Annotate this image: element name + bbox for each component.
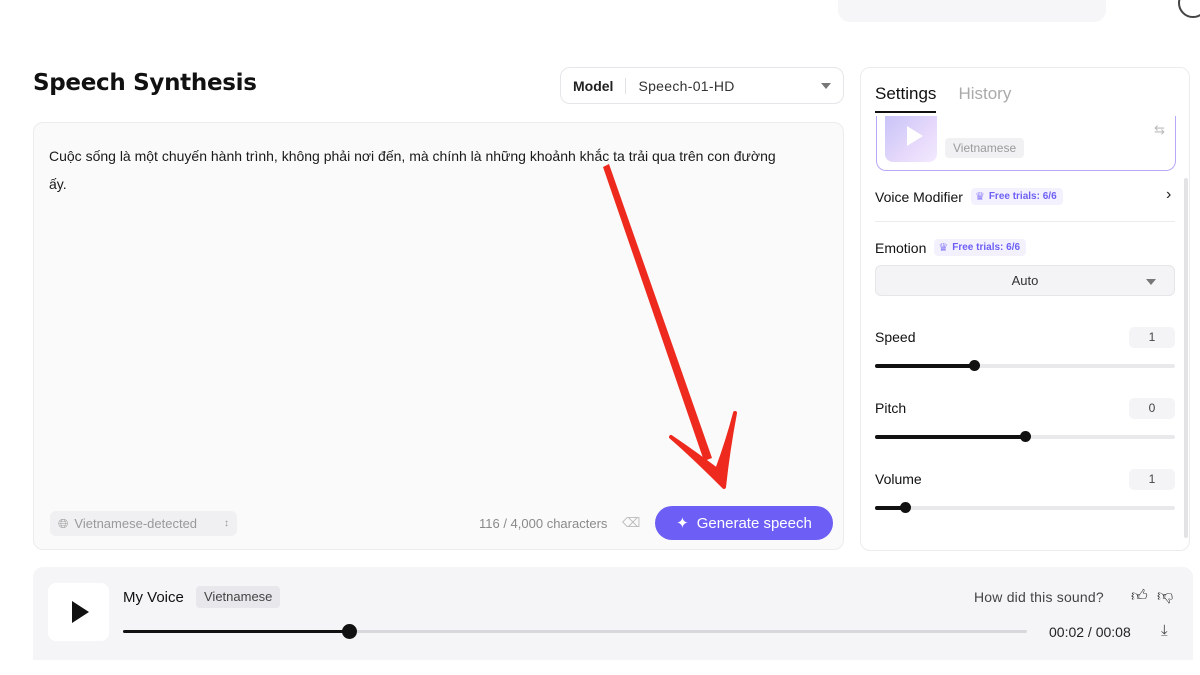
emotion-value: Auto [1011,273,1039,288]
thumbs-down-icon[interactable]: 👎︎ [1157,587,1173,606]
play-icon [72,601,89,623]
volume-label: Volume [875,471,922,487]
generate-speech-label: Generate speech [696,514,812,532]
free-trial-badge: ♛ Free trials: 6/6 [934,239,1027,256]
chevron-down-icon [821,82,831,89]
crown-icon: ♛ [938,242,949,254]
chevron-right-icon[interactable]: › [1166,186,1171,204]
settings-scrollbar[interactable] [1184,178,1188,538]
language-label: Vietnamese-detected [74,516,198,531]
volume-value-input[interactable]: 1 [1129,469,1175,490]
crown-icon: ♛ [974,191,985,203]
playback-progress-handle[interactable] [342,624,357,639]
playback-progress-bar[interactable] [123,624,1027,639]
playback-progress-fill [123,630,349,633]
pitch-label: Pitch [875,400,907,416]
speed-slider-handle[interactable] [969,360,980,371]
sparkle-icon: ✦ [676,515,689,532]
audio-player: My Voice Vietnamese How did this sound? … [33,567,1193,660]
volume-slider-handle[interactable] [900,502,911,513]
voice-modifier-label: Voice Modifier [875,188,963,205]
globe-icon: 🌐︎ [58,515,69,531]
emotion-label: Emotion [875,239,927,256]
thumbs-up-icon[interactable]: 👍︎ [1131,587,1148,606]
page-title: Speech Synthesis [33,70,257,96]
pitch-slider[interactable] [875,431,1175,442]
tab-history[interactable]: History [958,84,1011,113]
speed-label: Speed [875,329,916,345]
player-voice-name: My Voice [123,589,184,606]
chevron-down-icon [1146,279,1156,285]
swap-icon[interactable]: ⇆ [1154,122,1165,138]
pitch-slider-fill [875,435,1025,439]
model-select[interactable]: Model Speech-01-HD [560,67,844,104]
volume-slider[interactable] [875,502,1175,513]
speed-value-input[interactable]: 1 [1129,327,1175,348]
settings-tabs: Settings History [875,84,1011,113]
tab-settings[interactable]: Settings [875,84,937,113]
voice-thumbnail[interactable] [885,116,937,162]
emotion-select[interactable]: Auto [875,265,1175,296]
player-language-tag: Vietnamese [196,586,281,608]
top-search-bar[interactable] [838,0,1106,22]
free-trial-text: Free trials: 6/6 [952,242,1021,253]
character-count: 116 / 4,000 characters [479,516,608,531]
playback-time: 00:02 / 00:08 [1049,624,1131,640]
speed-slider[interactable] [875,360,1175,371]
voice-language-tag: Vietnamese [945,138,1025,158]
play-icon [907,126,923,146]
editor-textarea[interactable]: Cuộc sống là một chuyến hành trình, khôn… [49,142,789,198]
voice-card[interactable]: Vietnamese ⇆ [876,116,1176,171]
language-select[interactable]: 🌐︎ Vietnamese-detected ↕ [50,511,237,536]
voice-modifier-row[interactable]: Voice Modifier ♛ Free trials: 6/6 [875,188,1063,205]
free-trial-badge: ♛ Free trials: 6/6 [970,188,1063,205]
user-avatar[interactable] [1178,0,1200,18]
eraser-icon[interactable]: ⌫ [622,515,640,531]
divider [875,221,1175,222]
feedback-prompt: How did this sound? [974,589,1104,605]
text-editor[interactable]: Cuộc sống là một chuyến hành trình, khôn… [33,122,844,550]
model-value: Speech-01-HD [638,77,735,94]
play-button[interactable] [48,583,109,641]
free-trial-text: Free trials: 6/6 [988,191,1057,202]
settings-panel: Settings History Vietnamese ⇆ Voice Modi… [860,67,1190,551]
model-label: Model [573,77,627,94]
download-icon[interactable]: ⤓ [1161,622,1168,639]
pitch-value-input[interactable]: 0 [1129,398,1175,419]
emotion-row: Emotion ♛ Free trials: 6/6 [875,239,1027,256]
updown-icon: ↕ [224,518,229,529]
generate-speech-button[interactable]: ✦ Generate speech [655,506,833,540]
pitch-slider-handle[interactable] [1020,431,1031,442]
speed-slider-fill [875,364,974,368]
